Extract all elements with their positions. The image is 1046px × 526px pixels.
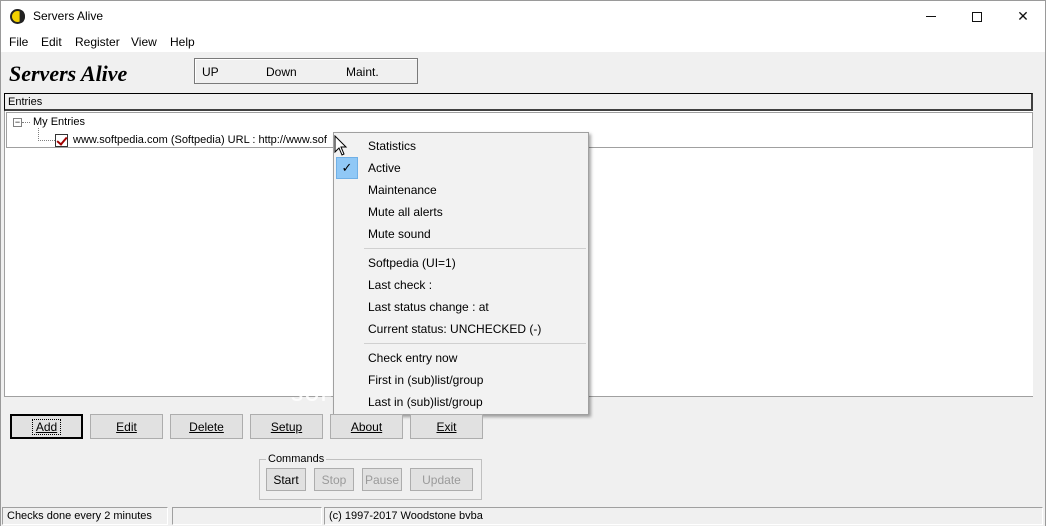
- about-button[interactable]: About: [330, 414, 403, 439]
- delete-button[interactable]: Delete: [170, 414, 243, 439]
- close-button[interactable]: ✕: [1000, 1, 1046, 32]
- menu-item-statistics[interactable]: Statistics: [334, 135, 588, 157]
- menu-item-last-in-list[interactable]: Last in (sub)list/group: [334, 391, 588, 413]
- app-window: Servers Alive ✕ File Edit Register View …: [0, 0, 1046, 526]
- mouse-cursor-icon: [334, 135, 348, 156]
- status-check-interval: Checks done every 2 minutes: [2, 507, 168, 525]
- tree-connector: [38, 140, 55, 141]
- start-button[interactable]: Start: [266, 468, 306, 491]
- status-bar: Checks done every 2 minutes (c) 1997-201…: [1, 505, 1045, 526]
- entry-softpedia[interactable]: www.softpedia.com (Softpedia) URL : http…: [73, 134, 327, 146]
- add-button-label: Add: [31, 418, 62, 435]
- menu-item-first-in-list[interactable]: First in (sub)list/group: [334, 369, 588, 391]
- pause-button[interactable]: Pause: [362, 468, 402, 491]
- menu-item-current-status: Current status: UNCHECKED (-): [368, 322, 542, 336]
- menu-view[interactable]: View: [131, 35, 157, 49]
- edit-button[interactable]: Edit: [90, 414, 163, 439]
- entry-checkbox[interactable]: [55, 134, 68, 147]
- brand-logo: Servers Alive: [9, 61, 128, 86]
- menu-item-last-status-change: Last status change : at: [368, 300, 489, 314]
- legend-up: UP: [202, 65, 219, 79]
- status-middle: [172, 507, 322, 525]
- title-bar[interactable]: Servers Alive ✕: [1, 1, 1045, 32]
- menu-separator: [364, 343, 586, 344]
- legend-down: Down: [266, 65, 297, 79]
- menu-item-mute-sound[interactable]: Mute sound: [334, 223, 588, 245]
- entries-column-header[interactable]: Entries: [4, 93, 1033, 111]
- minimize-button[interactable]: [908, 1, 954, 32]
- legend-maint: Maint.: [346, 65, 379, 79]
- menu-item-mute-all-alerts[interactable]: Mute all alerts: [334, 201, 588, 223]
- menu-edit[interactable]: Edit: [41, 35, 62, 49]
- maximize-icon: [972, 11, 982, 22]
- menu-bar: File Edit Register View Help: [1, 32, 1045, 52]
- maximize-button[interactable]: [954, 1, 1000, 32]
- collapse-icon[interactable]: −: [13, 118, 22, 127]
- add-button[interactable]: Add: [10, 414, 83, 439]
- tree-connector: [22, 122, 30, 123]
- menu-register[interactable]: Register: [75, 35, 120, 49]
- minimize-icon: [926, 16, 936, 17]
- close-icon: ✕: [1017, 8, 1029, 24]
- stop-button[interactable]: Stop: [314, 468, 354, 491]
- menu-item-last-check: Last check :: [368, 278, 433, 292]
- menu-item-entry-info: Softpedia (UI=1): [368, 256, 456, 270]
- entry-context-menu: Statistics ✓ Active Maintenance Mute all…: [333, 132, 589, 415]
- update-button[interactable]: Update: [410, 468, 473, 491]
- app-logo-icon: [10, 9, 25, 24]
- menu-help[interactable]: Help: [170, 35, 195, 49]
- exit-button[interactable]: Exit: [410, 414, 483, 439]
- menu-file[interactable]: File: [9, 35, 28, 49]
- setup-button[interactable]: Setup: [250, 414, 323, 439]
- menu-item-active[interactable]: Active: [334, 157, 588, 179]
- menu-item-maintenance[interactable]: Maintenance: [334, 179, 588, 201]
- status-legend: UP Down Maint.: [194, 58, 418, 84]
- menu-separator: [364, 248, 586, 249]
- window-title: Servers Alive: [33, 9, 104, 23]
- tree-root-label[interactable]: My Entries: [33, 116, 85, 128]
- commands-group-label: Commands: [266, 453, 327, 465]
- menu-item-check-now[interactable]: Check entry now: [334, 347, 588, 369]
- status-copyright: (c) 1997-2017 Woodstone bvba: [324, 507, 1043, 525]
